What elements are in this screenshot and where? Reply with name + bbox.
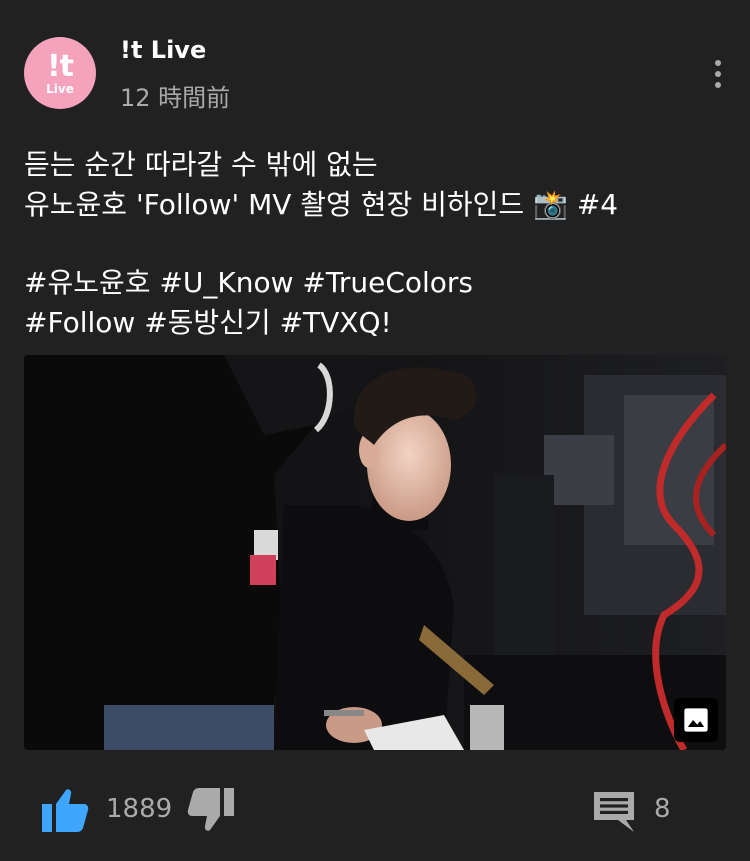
more-dot-icon bbox=[715, 60, 721, 66]
post-hashtags[interactable]: #Follow #동방신기 #TVXQ! bbox=[24, 303, 724, 343]
channel-name[interactable]: !t Live bbox=[120, 36, 206, 64]
post-body: 듣는 순간 따라갈 수 밖에 없는 유노윤호 'Follow' MV 촬영 현장… bbox=[24, 145, 724, 343]
more-dot-icon bbox=[715, 82, 721, 88]
channel-avatar[interactable]: !t Live bbox=[24, 37, 96, 109]
action-bar: 1889 8 bbox=[0, 780, 750, 840]
post-line: 듣는 순간 따라갈 수 밖에 없는 bbox=[24, 148, 378, 181]
comment-button[interactable] bbox=[590, 788, 638, 836]
avatar-logo-mark: !t bbox=[46, 49, 74, 84]
comment-icon bbox=[594, 792, 634, 832]
more-dot-icon bbox=[715, 71, 721, 77]
thumbs-down-icon bbox=[187, 788, 234, 831]
thumbs-up-icon bbox=[42, 789, 89, 832]
post-header: !t Live !t Live 12 時間前 bbox=[0, 0, 750, 130]
more-options-button[interactable] bbox=[700, 52, 736, 96]
post-image[interactable] bbox=[24, 355, 726, 750]
image-icon bbox=[674, 698, 718, 742]
post-hashtags[interactable]: #유노윤호 #U_Know #TrueColors bbox=[24, 263, 724, 303]
comment-count: 8 bbox=[654, 794, 671, 824]
post-line: 유노윤호 'Follow' MV 촬영 현장 비하인드 📸 #4 bbox=[24, 188, 619, 221]
like-count: 1889 bbox=[106, 794, 173, 824]
post-timestamp: 12 時間前 bbox=[120, 84, 231, 112]
dislike-button[interactable] bbox=[186, 788, 234, 832]
avatar-logo-sub: Live bbox=[46, 82, 74, 96]
post-photo bbox=[24, 355, 726, 750]
like-button[interactable] bbox=[42, 788, 90, 832]
